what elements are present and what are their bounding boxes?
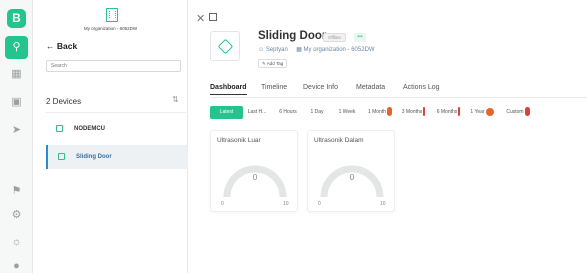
gauge-value: 0 bbox=[252, 173, 258, 182]
pro-icon bbox=[458, 107, 461, 117]
range-label: 1 Year bbox=[470, 109, 485, 115]
tab-actions-log[interactable]: Actions Log bbox=[403, 84, 440, 91]
range-label: 3 Months bbox=[401, 109, 423, 115]
organization-icon bbox=[106, 8, 118, 22]
device-avatar bbox=[210, 31, 240, 61]
tab-underline bbox=[210, 97, 587, 98]
range-1-month[interactable]: 1 Month bbox=[365, 106, 395, 119]
range-6-months[interactable]: 6 Months bbox=[432, 106, 465, 119]
range-last-hour[interactable]: Last H... bbox=[245, 106, 269, 119]
user-icon: ☺ bbox=[258, 47, 265, 53]
send-icon[interactable]: ➤ bbox=[0, 119, 33, 141]
range-label: Custom bbox=[506, 109, 524, 115]
device-title: Sliding Door bbox=[258, 30, 327, 42]
range-6-hours[interactable]: 6 Hours bbox=[275, 106, 301, 119]
device-item-label: Sliding Door bbox=[76, 154, 112, 160]
back-button[interactable]: ← Back bbox=[46, 41, 77, 51]
widget-title: Ultrasonik Luar bbox=[217, 137, 261, 144]
gauge-widget[interactable]: Ultrasonik Dalam 0 0 10 bbox=[307, 130, 395, 212]
range-label: 1 Month bbox=[367, 109, 387, 115]
device-count: 2 Devices bbox=[46, 97, 82, 106]
close-icon[interactable]: ✕ bbox=[196, 12, 205, 25]
back-label: Back bbox=[56, 41, 78, 51]
gauge-value: 0 bbox=[349, 173, 355, 182]
tab-dashboard[interactable]: Dashboard bbox=[210, 84, 247, 95]
organization-icon: ▦ bbox=[296, 47, 302, 53]
organization-link[interactable]: My organization - 6052DW bbox=[304, 47, 375, 53]
range-label: 6 Months bbox=[436, 109, 458, 115]
expand-icon[interactable] bbox=[209, 13, 217, 21]
dot-icon[interactable]: ● bbox=[0, 255, 33, 277]
gauge-min: 0 bbox=[318, 201, 321, 207]
pro-icon bbox=[485, 107, 494, 116]
device-item-sliding-door[interactable]: Sliding Door bbox=[46, 145, 188, 169]
cube-icon bbox=[58, 152, 65, 160]
pro-icon bbox=[524, 107, 530, 117]
gauge-max: 10 bbox=[380, 201, 386, 207]
settings-icon[interactable]: ☼ bbox=[0, 231, 33, 253]
megaphone-icon[interactable]: ⚑ bbox=[0, 180, 33, 202]
range-1-week[interactable]: 1 Week bbox=[334, 106, 360, 119]
tab-device-info[interactable]: Device Info bbox=[303, 84, 338, 91]
status-badge: Offline bbox=[323, 33, 346, 42]
organization-name: My organization - 6052DW bbox=[83, 26, 138, 31]
range-custom[interactable]: Custom bbox=[500, 106, 536, 119]
add-tag-button[interactable]: ✎ Add Tag bbox=[258, 59, 288, 68]
gear-icon[interactable]: ⚙ bbox=[0, 204, 33, 226]
gauge-widget[interactable]: Ultrasonik Luar 0 0 10 bbox=[210, 130, 298, 212]
owner-link[interactable]: Septyan bbox=[266, 47, 288, 53]
device-item-nodemcu[interactable]: NODEMCU bbox=[46, 117, 188, 141]
divider bbox=[46, 112, 186, 113]
icon-rail: B ⚲ ▦ ▣ ➤ ⚑ ⚙ ☼ ● bbox=[0, 0, 33, 273]
range-1-day[interactable]: 1 Day bbox=[306, 106, 328, 119]
search-input[interactable] bbox=[46, 60, 181, 72]
building-icon[interactable]: ▣ bbox=[0, 91, 33, 113]
grid-icon[interactable]: ▦ bbox=[0, 63, 33, 85]
pro-icon bbox=[423, 107, 426, 117]
range-3-months[interactable]: 3 Months bbox=[398, 106, 429, 119]
add-tag-label: Add Tag bbox=[266, 61, 284, 66]
pro-icon bbox=[387, 107, 393, 117]
tab-metadata[interactable]: Metadata bbox=[356, 84, 385, 91]
device-detail: ✕ Sliding Door Offline ••• ☺ Septyan ▦ M… bbox=[188, 0, 587, 273]
search-icon[interactable]: ⚲ bbox=[5, 36, 28, 59]
device-meta: ☺ Septyan ▦ My organization - 6052DW bbox=[258, 46, 375, 53]
cube-icon bbox=[217, 38, 234, 55]
gauge-max: 10 bbox=[283, 201, 289, 207]
tab-timeline[interactable]: Timeline bbox=[261, 84, 287, 91]
sort-icon[interactable]: ⇅ bbox=[172, 95, 179, 104]
range-latest[interactable]: Latest bbox=[210, 106, 243, 119]
gauge-min: 0 bbox=[221, 201, 224, 207]
blynk-logo[interactable]: B bbox=[7, 9, 26, 28]
range-1-year[interactable]: 1 Year bbox=[467, 106, 497, 119]
cube-icon bbox=[56, 124, 63, 132]
widget-title: Ultrasonik Dalam bbox=[314, 137, 364, 144]
device-item-label: NODEMCU bbox=[74, 126, 105, 132]
device-list-panel: My organization - 6052DW ← Back 2 Device… bbox=[33, 0, 188, 273]
more-button[interactable]: ••• bbox=[354, 33, 366, 42]
